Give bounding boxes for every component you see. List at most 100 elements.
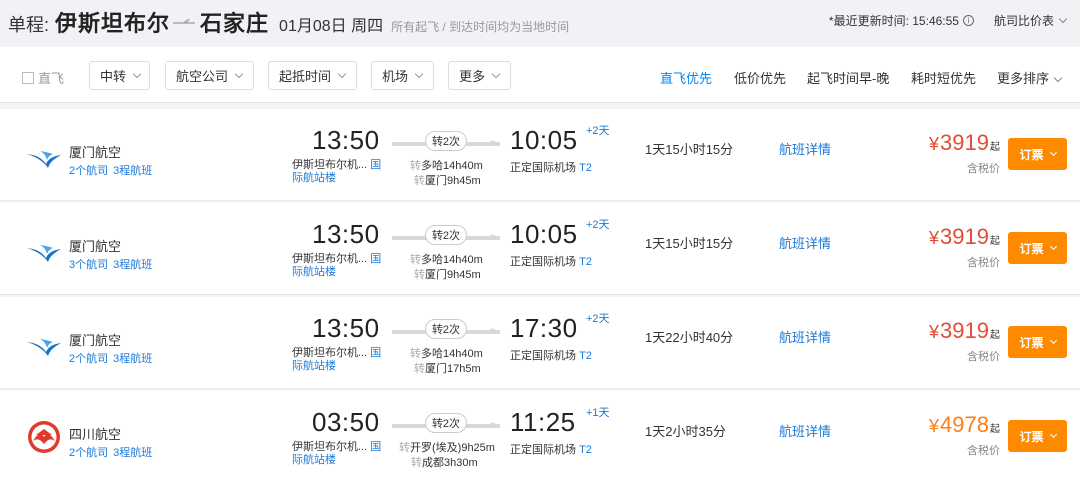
xiamen-airlines-egret-logo-icon (26, 333, 62, 357)
book-button[interactable]: 订票 (1008, 232, 1067, 264)
transfer-stop-1: 转多哈14h40m (410, 347, 483, 362)
book-label: 订票 (1019, 241, 1044, 256)
book-button[interactable]: 订票 (1008, 420, 1067, 452)
dropdown-label: 机场 (382, 69, 409, 84)
airline-name: 厦门航空 (69, 145, 122, 160)
transfer-prefix: 转 (410, 348, 421, 360)
transfer-stop-text: 多哈14h40m (421, 254, 483, 266)
flight-detail-link[interactable]: 航班详情 (779, 327, 831, 346)
chevron-down-icon (1049, 242, 1057, 250)
transfer-stop-1: 转多哈14h40m (410, 159, 483, 174)
flight-detail-link[interactable]: 航班详情 (779, 139, 831, 158)
price-suffix: 起 (990, 424, 1000, 435)
departure-airport-name: 伊斯坦布尔机... (292, 347, 368, 359)
nonstop-checkbox[interactable]: 直飞 (22, 68, 64, 87)
legs-link[interactable]: 3程航班 (113, 165, 152, 177)
departure-airport-name: 伊斯坦布尔机... (292, 159, 368, 171)
more-filter-dropdown[interactable]: 更多 (448, 61, 511, 90)
price-value: 3919 (940, 224, 989, 249)
sort-departure-early[interactable]: 起飞时间早-晚 (807, 68, 889, 87)
flight-duration: 1天15小时15分 (645, 142, 734, 157)
flight-row[interactable]: 四川航空 2个航司 3程航班 03:50 伊斯坦布尔机... 国际航站楼 转2次 … (0, 391, 1080, 482)
transfer-stop-2: 转成都3h30m (399, 456, 495, 471)
sort-more-label: 更多排序 (997, 71, 1050, 86)
sort-lowest-price[interactable]: 低价优先 (734, 68, 786, 87)
info-icon[interactable]: i (962, 15, 974, 26)
price: ¥3919 起 (929, 224, 1000, 250)
legs-link[interactable]: 3程航班 (113, 353, 152, 365)
airline-meta[interactable]: 2个航司 3程航班 (69, 444, 152, 460)
price-value: 3919 (940, 318, 989, 343)
arrival-time: 10:05 (510, 219, 578, 249)
legs-link[interactable]: 3程航班 (113, 447, 152, 459)
transfer-prefix: 转 (414, 363, 425, 375)
time-filter-dropdown[interactable]: 起抵时间 (268, 61, 357, 90)
stops-badge[interactable]: 转2次 (425, 413, 467, 433)
dropdown-label: 起抵时间 (279, 69, 332, 84)
chevron-down-icon (491, 69, 501, 78)
stops-badge[interactable]: 转2次 (425, 319, 467, 339)
day-offset-badge: +2天 (586, 219, 610, 231)
book-button[interactable]: 订票 (1008, 138, 1067, 170)
destination-city: 石家庄 (200, 11, 270, 36)
currency-symbol: ¥ (929, 134, 940, 154)
chevron-down-icon (1053, 73, 1063, 83)
price: ¥3919 起 (929, 318, 1000, 344)
flight-detail-link[interactable]: 航班详情 (779, 421, 831, 440)
checkbox-icon[interactable] (22, 71, 34, 84)
sort-nonstop-first[interactable]: 直飞优先 (660, 68, 712, 87)
price-value: 3919 (940, 130, 989, 155)
timezone-note: 所有起飞 / 到达时间均为当地时间 (391, 20, 570, 34)
arrival-airport-name: 正定国际机场 (510, 350, 576, 362)
chevron-down-icon (1049, 336, 1057, 344)
xiamen-airlines-egret-logo-icon (26, 239, 62, 263)
transfer-stop-text: 厦门9h45m (425, 269, 481, 281)
transfer-stop-2: 转厦门17h5m (410, 362, 483, 377)
airport-filter-dropdown[interactable]: 机场 (371, 61, 434, 90)
currency-symbol: ¥ (929, 228, 940, 248)
legs-link[interactable]: 3程航班 (113, 259, 152, 271)
airline-count-link[interactable]: 2个航司 (69, 353, 108, 365)
chevron-down-icon (132, 69, 142, 78)
transfer-filter-dropdown[interactable]: 中转 (89, 61, 150, 90)
airline-count-link[interactable]: 2个航司 (69, 165, 108, 177)
last-updated-label: *最近更新时间: 15:46:55 (828, 14, 959, 28)
airline-meta[interactable]: 3个航司 3程航班 (69, 256, 152, 272)
day-offset-badge: +1天 (586, 407, 610, 419)
currency-symbol: ¥ (929, 416, 940, 436)
arrival-terminal: T2 (579, 256, 592, 268)
flight-row[interactable]: 厦门航空 2个航司 3程航班 13:50 伊斯坦布尔机... 国际航站楼 转2次 … (0, 297, 1080, 389)
airline-name: 厦门航空 (69, 333, 122, 348)
transfer-stop-1: 转开罗(埃及)9h25m (399, 441, 495, 456)
sichuan-airlines-logo-icon (27, 420, 61, 454)
airline-count-link[interactable]: 2个航司 (69, 447, 108, 459)
transfer-info: 转多哈14h40m 转厦门17h5m (410, 347, 483, 377)
arrival-terminal: T2 (579, 162, 592, 174)
sort-shortest-duration[interactable]: 耗时短优先 (911, 68, 976, 87)
filter-bar: 直飞 中转 航空公司 起抵时间 机场 更多 直飞优先 低价优先 起飞时间早-晚 … (0, 47, 1080, 103)
transfer-prefix: 转 (410, 254, 421, 266)
plane-arrow-icon (173, 13, 197, 31)
chevron-down-icon (414, 69, 424, 78)
book-button[interactable]: 订票 (1008, 326, 1067, 358)
airline-count-link[interactable]: 3个航司 (69, 259, 108, 271)
airline-meta[interactable]: 2个航司 3程航班 (69, 162, 152, 178)
flight-duration: 1天2小时35分 (645, 424, 726, 439)
stops-badge[interactable]: 转2次 (425, 131, 467, 151)
transfer-prefix: 转 (411, 457, 422, 469)
chevron-down-icon (337, 69, 347, 78)
flight-detail-link[interactable]: 航班详情 (779, 233, 831, 252)
flight-row[interactable]: 厦门航空 3个航司 3程航班 13:50 伊斯坦布尔机... 国际航站楼 转2次 … (0, 203, 1080, 295)
chevron-down-icon (1049, 430, 1057, 438)
route-summary: 单程: 伊斯坦布尔 石家庄 01月08日 周四 所有起飞 / 到达时间均为当地时… (8, 6, 569, 38)
airline-filter-dropdown[interactable]: 航空公司 (165, 61, 254, 90)
arrival-airport-name: 正定国际机场 (510, 162, 576, 174)
header-right: *最近更新时间: 15:46:55 i 航司比价表 (828, 12, 1068, 29)
book-label: 订票 (1019, 335, 1044, 350)
flight-row[interactable]: 厦门航空 2个航司 3程航班 13:50 伊斯坦布尔机... 国际航站楼 转2次 … (0, 109, 1080, 201)
airline-meta[interactable]: 2个航司 3程航班 (69, 350, 152, 366)
stops-badge[interactable]: 转2次 (425, 225, 467, 245)
transfer-stop-2: 转厦门9h45m (410, 174, 483, 189)
airline-compare-button[interactable]: 航司比价表 (994, 12, 1068, 29)
sort-more-button[interactable]: 更多排序 (997, 68, 1063, 87)
